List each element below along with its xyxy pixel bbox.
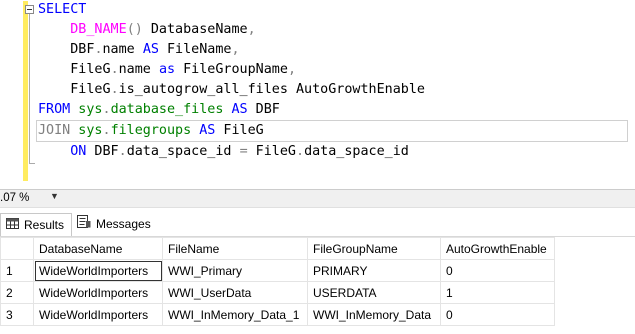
results-grid[interactable]: DatabaseName FileName FileGroupName Auto…: [0, 237, 555, 326]
code-token: ,: [231, 42, 240, 57]
table-cell[interactable]: WideWorldImporters: [33, 281, 163, 304]
code-token: FileG: [247, 144, 296, 159]
change-indicator-bar: [23, 1, 28, 181]
code-line[interactable]: FileG.name as FileGroupName,: [38, 60, 628, 80]
code-token: =: [239, 144, 248, 159]
fold-guide-line: [29, 14, 30, 164]
code-line[interactable]: FileG.is_autogrow_all_files AutoGrowthEn…: [38, 80, 628, 100]
code-token: sys: [70, 102, 103, 117]
code-token: DatabaseName: [150, 22, 248, 37]
code-token: filegroups: [110, 123, 192, 138]
code-line[interactable]: DB_NAME() DatabaseName,: [38, 20, 628, 40]
code-token: .: [118, 144, 127, 159]
code-token: .: [94, 42, 103, 57]
table-cell[interactable]: 0: [440, 259, 555, 282]
zoom-value: .07 %: [0, 192, 30, 204]
row-number-header[interactable]: [0, 237, 34, 260]
messages-icon: [77, 213, 91, 235]
fold-guide-end: [29, 163, 35, 164]
code-token: sys: [70, 123, 103, 138]
code-token: AS: [199, 123, 216, 138]
column-header[interactable]: FileName: [162, 237, 308, 260]
tab-results[interactable]: Results: [0, 213, 72, 236]
code-token: name: [118, 62, 159, 77]
code-token: is_autogrow_all_files AutoGrowthEnable: [118, 82, 425, 97]
code-token: AS: [231, 102, 248, 117]
code-token: database_files: [110, 102, 224, 117]
code-token: .: [102, 102, 111, 117]
code-line[interactable]: SELECT: [38, 0, 628, 20]
code-token: as: [158, 62, 176, 77]
table-row[interactable]: 2 WideWorldImporters WWI_UserData USERDA…: [0, 281, 555, 304]
code-token: name: [102, 42, 143, 57]
table-cell[interactable]: WideWorldImporters: [33, 303, 163, 326]
code-token: DB_NAME: [70, 22, 127, 37]
zoom-bar: .07 % ▼: [0, 189, 635, 208]
tab-messages[interactable]: Messages: [72, 213, 160, 235]
grid-header-row: DatabaseName FileName FileGroupName Auto…: [0, 237, 555, 260]
code-token: ,: [287, 62, 296, 77]
tab-results-label: Results: [24, 218, 65, 233]
table-cell[interactable]: PRIMARY: [307, 259, 441, 282]
table-cell[interactable]: 1: [440, 281, 555, 304]
code-token: ,: [247, 22, 256, 37]
horizontal-scrollbar[interactable]: [62, 193, 622, 205]
code-token: JOIN: [38, 123, 71, 138]
table-cell[interactable]: WWI_Primary: [162, 259, 308, 282]
code-token: SELECT: [38, 2, 87, 17]
code-token: FileName: [158, 42, 232, 57]
column-header[interactable]: DatabaseName: [33, 237, 163, 260]
code-token: .: [102, 123, 111, 138]
query-editor[interactable]: SELECT DB_NAME() DatabaseName, DBF.name …: [0, 0, 635, 189]
table-cell[interactable]: USERDATA: [307, 281, 441, 304]
code-token: FileG: [38, 62, 111, 77]
code-token: .: [110, 82, 119, 97]
zoom-dropdown[interactable]: .07 % ▼: [0, 191, 60, 207]
table-cell[interactable]: WWI_UserData: [162, 281, 308, 304]
code-line[interactable]: JOIN sys.filegroups AS FileG: [36, 120, 628, 142]
code-token: FileG: [38, 82, 111, 97]
code-token: DBF: [38, 42, 95, 57]
tab-messages-label: Messages: [96, 217, 151, 232]
row-number[interactable]: 3: [0, 303, 34, 326]
sql-code[interactable]: SELECT DB_NAME() DatabaseName, DBF.name …: [36, 0, 628, 162]
table-row[interactable]: 3 WideWorldImporters WWI_InMemory_Data_1…: [0, 303, 555, 326]
code-token: DBF: [247, 102, 280, 117]
grid-icon: [6, 214, 19, 236]
code-token: FROM: [38, 102, 71, 117]
table-row[interactable]: 1 WideWorldImporters WWI_Primary PRIMARY…: [0, 259, 555, 282]
code-line[interactable]: DBF.name AS FileName,: [38, 40, 628, 60]
code-token: (): [126, 22, 151, 37]
code-token: FileGroupName: [175, 62, 288, 77]
column-header[interactable]: AutoGrowthEnable: [440, 237, 555, 260]
code-token: AS: [142, 42, 159, 57]
table-cell[interactable]: WWI_InMemory_Data_1: [162, 303, 308, 326]
table-cell[interactable]: WideWorldImporters: [33, 259, 163, 282]
collapse-region-icon[interactable]: [25, 5, 34, 14]
code-token: .: [296, 144, 305, 159]
row-number[interactable]: 2: [0, 281, 34, 304]
table-cell[interactable]: 0: [440, 303, 555, 326]
code-token: .: [110, 62, 119, 77]
code-token: data_space_id: [304, 144, 409, 159]
code-token: DBF: [86, 144, 119, 159]
column-header[interactable]: FileGroupName: [307, 237, 441, 260]
code-line[interactable]: FROM sys.database_files AS DBF: [38, 100, 628, 120]
code-token: data_space_id: [126, 144, 240, 159]
code-token: FileG: [215, 123, 264, 138]
results-tab-strip: Results Messages: [0, 210, 635, 237]
code-token: ON: [70, 144, 87, 159]
code-line[interactable]: ON DBF.data_space_id = FileG.data_space_…: [38, 142, 628, 162]
row-number[interactable]: 1: [0, 259, 34, 282]
table-cell[interactable]: WWI_InMemory_Data: [307, 303, 441, 326]
chevron-down-icon[interactable]: ▼: [50, 191, 59, 201]
